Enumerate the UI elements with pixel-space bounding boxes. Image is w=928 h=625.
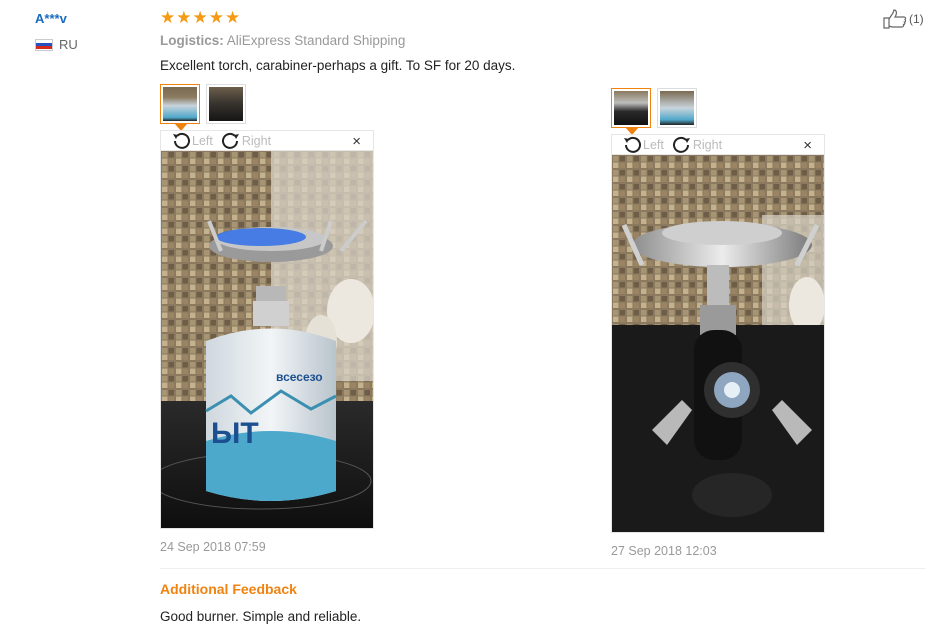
star-icon: ★ xyxy=(192,8,208,27)
russia-flag-icon xyxy=(35,38,53,51)
review-text: Excellent torch, carabiner-perhaps a gif… xyxy=(160,58,516,73)
star-icon: ★ xyxy=(225,8,241,27)
rotate-right-button[interactable]: Right xyxy=(672,136,722,154)
photo-toolbar: Left Right × xyxy=(611,134,825,154)
rotate-left-button[interactable]: Left xyxy=(171,132,213,150)
rotate-left-icon xyxy=(624,136,641,153)
helpful-count: (1) xyxy=(909,12,924,26)
star-rating: ★ ★ ★ ★ ★ xyxy=(160,9,240,27)
photo-thumbnail[interactable] xyxy=(611,88,651,135)
reviewer-country: RU xyxy=(35,37,78,52)
photo-thumbnail[interactable] xyxy=(206,84,246,124)
photo-thumbnail[interactable] xyxy=(657,88,697,128)
divider xyxy=(160,568,925,569)
rotate-right-button[interactable]: Right xyxy=(221,132,271,150)
photo-thumbnail[interactable] xyxy=(160,84,200,131)
star-icon: ★ xyxy=(160,8,176,27)
rotate-left-label: Left xyxy=(643,137,664,152)
gas-stove-photo: ЫТ всесезо xyxy=(161,151,373,528)
logistics-info: Logistics: AliExpress Standard Shipping xyxy=(160,33,405,48)
additional-feedback-title: Additional Feedback xyxy=(160,581,297,597)
logistics-value: AliExpress Standard Shipping xyxy=(226,33,406,48)
close-viewer-button[interactable]: × xyxy=(803,137,812,154)
additional-feedback-text: Good burner. Simple and reliable. xyxy=(160,609,362,624)
review-photo: ЫТ всесезо xyxy=(160,150,374,529)
svg-text:всесезо: всесезо xyxy=(276,370,323,384)
rotate-right-icon xyxy=(672,136,690,153)
logistics-label: Logistics: xyxy=(160,33,224,48)
gas-stove-photo xyxy=(612,155,824,532)
photo-column-2: Left Right × 27 Sep 2018 12:03 xyxy=(611,88,825,558)
helpful-button[interactable]: (1) xyxy=(883,9,924,29)
svg-text:ЫТ: ЫТ xyxy=(211,417,259,450)
review-photo xyxy=(611,154,825,533)
rotate-right-label: Right xyxy=(241,133,272,148)
star-icon: ★ xyxy=(176,8,192,27)
photo-column-1: Left Right × ЫТ всесезо 24 Sep 2018 07:5… xyxy=(160,84,374,554)
rotate-left-label: Left xyxy=(192,133,213,148)
photo-date: 24 Sep 2018 07:59 xyxy=(160,540,266,554)
rotate-left-button[interactable]: Left xyxy=(622,136,664,154)
reviewer-name[interactable]: A***v xyxy=(35,11,67,26)
thumbnail-strip xyxy=(611,88,825,135)
stove-thumbnail-image xyxy=(209,87,243,121)
stove-thumbnail-image xyxy=(163,87,197,121)
thumbs-up-icon xyxy=(883,9,907,29)
rotate-right-icon xyxy=(221,132,239,149)
stove-thumbnail-image xyxy=(660,91,694,125)
rotate-right-label: Right xyxy=(692,137,723,152)
rotate-left-icon xyxy=(173,132,190,149)
photo-toolbar: Left Right × xyxy=(160,130,374,150)
country-code: RU xyxy=(59,37,78,52)
star-icon: ★ xyxy=(208,8,224,27)
stove-thumbnail-image xyxy=(614,91,648,125)
photo-date: 27 Sep 2018 12:03 xyxy=(611,544,717,558)
close-viewer-button[interactable]: × xyxy=(352,133,361,150)
thumbnail-strip xyxy=(160,84,374,131)
